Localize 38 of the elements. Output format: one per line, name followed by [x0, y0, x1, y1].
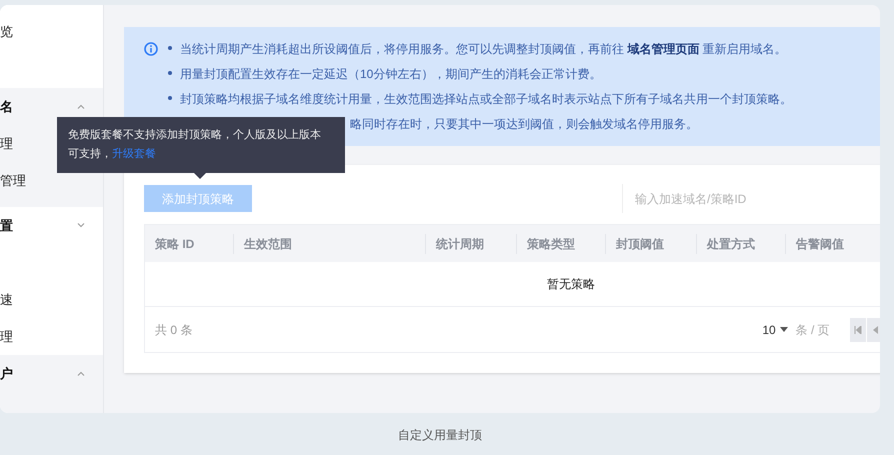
tooltip-text: 免费版套餐不支持添加封顶策略，个人版及以上版本可支持，升级套餐 [68, 128, 322, 162]
chevron-down-icon [77, 222, 85, 228]
sidebar-item[interactable]: 速 [0, 290, 13, 310]
notice-text: 当统计周期产生消耗超出所设阈值后，将停用服务。您可以先调整封顶阈值，再前往 域名管理页面 重新启用域名。 [180, 41, 787, 58]
sidebar-group[interactable]: 户 [0, 355, 103, 392]
empty-state-text: 暂无策略 [547, 276, 595, 293]
column-header: 处置方式 [696, 234, 785, 254]
sidebar-item[interactable]: 理 [0, 326, 13, 346]
column-header: 策略类型 [516, 234, 605, 254]
page-size-select[interactable]: 10 [762, 320, 788, 338]
previous-page-button[interactable] [866, 318, 880, 342]
sidebar-item[interactable]: 览 [0, 22, 13, 42]
notice-text: 略同时存在时，只要其中一项达到阈值，则会触发域名停用服务。 [350, 116, 698, 133]
sidebar-item[interactable]: 理 [0, 134, 13, 154]
column-header: 封顶阈值 [605, 234, 696, 254]
chevron-up-icon [77, 104, 85, 109]
sidebar-group[interactable]: 置 [0, 207, 103, 244]
sidebar-group-label: 户 [0, 364, 13, 383]
notice-text: 封顶策略均根据子域名维度统计用量，生效范围选择站点或全部子域名时表示站点下所有子域名共用一个封顶策略。 [180, 91, 792, 108]
search-field[interactable]: 输入加速域名/策略ID [622, 184, 880, 213]
sidebar-group-label: 名 [0, 98, 13, 116]
column-header: 统计周期 [425, 234, 516, 254]
notice-text: 用量封顶配置生效存在一定延迟（10分钟左右），期间产生的消耗会正常计费。 [180, 66, 602, 83]
column-header: 告警阈值 [785, 234, 876, 254]
sidebar-group[interactable]: 名 [0, 88, 103, 125]
total-count: 共 0 条 [155, 322, 192, 338]
chevron-up-icon [77, 371, 85, 376]
sidebar-item[interactable]: 管理 [0, 170, 26, 190]
column-header: 生效范围 [233, 234, 425, 254]
per-page-label: 条 / 页 [796, 322, 830, 338]
first-page-icon [854, 326, 862, 334]
column-header: 策略 ID [154, 236, 196, 252]
previous-page-icon [872, 326, 878, 334]
first-page-button[interactable] [850, 318, 866, 342]
info-icon [144, 42, 158, 56]
image-caption: 自定义用量封顶 [398, 427, 482, 444]
dropdown-caret-icon [780, 327, 788, 332]
sidebar-group-label: 置 [0, 216, 13, 235]
